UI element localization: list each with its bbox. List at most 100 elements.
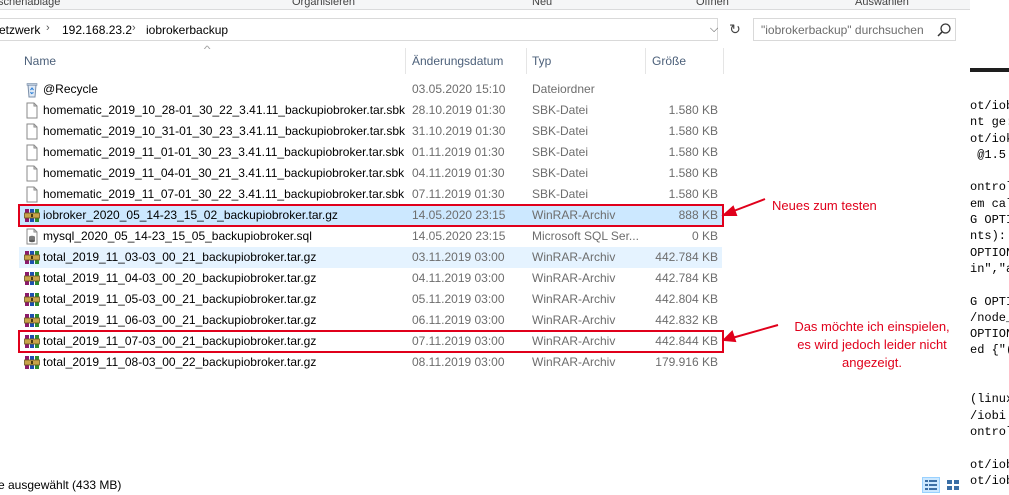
terminal-line: G OPTI xyxy=(970,294,1009,309)
terminal-line: ot/iob xyxy=(970,99,1009,113)
search-box[interactable] xyxy=(753,18,956,41)
status-bar: e ausgewählt (433 MB) xyxy=(0,475,970,495)
file-icon xyxy=(24,144,40,161)
ribbon-group-labels: schenablage Organisieren Neu Öffnen Ausw… xyxy=(0,0,970,10)
file-name: @Recycle xyxy=(43,82,98,96)
file-row[interactable]: homematic_2019_11_04-01_30_21_3.41.11_ba… xyxy=(19,163,722,184)
file-row[interactable]: homematic_2019_10_31-01_30_23_3.41.11_ba… xyxy=(19,121,722,142)
file-name: total_2019_11_05-03_00_21_backupiobroker… xyxy=(43,292,317,306)
file-icon xyxy=(24,165,40,182)
terminal-line: G OPTI xyxy=(970,213,1009,228)
file-size: 1.580 KB xyxy=(668,187,718,201)
file-type: SBK-Datei xyxy=(532,166,589,180)
file-type: SBK-Datei xyxy=(532,124,589,138)
terminal-line: ot/iob xyxy=(970,473,1009,488)
file-name: total_2019_11_08-03_00_22_backupiobroker… xyxy=(43,355,317,369)
file-date: 03.05.2020 15:10 xyxy=(412,82,506,96)
file-type: WinRAR-Archiv xyxy=(532,355,616,369)
file-date: 07.11.2019 01:30 xyxy=(412,187,505,201)
file-size: 0 KB xyxy=(691,229,718,243)
column-header-type[interactable]: Typ xyxy=(527,50,645,72)
breadcrumb-host[interactable]: 192.168.23.2 xyxy=(62,23,132,37)
column-header-date[interactable]: Änderungsdatum xyxy=(407,50,525,72)
file-date: 03.11.2019 03:00 xyxy=(412,250,505,264)
breadcrumb-network[interactable]: etzwerk xyxy=(0,23,40,37)
terminal-line: ot/iob xyxy=(970,457,1009,472)
file-type: WinRAR-Archiv xyxy=(532,292,616,306)
terminal-line: ontrol xyxy=(970,424,1009,439)
background-terminal-window[interactable]: ot/iob nt ge: ot/iok @1.5 ontrol em cal G OPT… xyxy=(970,68,1009,495)
annotation-restore-note: Das möchte ich einspielen, es wird jedoc… xyxy=(782,318,962,372)
column-header-size[interactable]: Größe xyxy=(647,50,723,72)
address-bar[interactable]: etzwerk › 192.168.23.2 › iobrokerbackup xyxy=(0,18,718,41)
ribbon-group-select: Auswählen xyxy=(855,0,909,8)
file-row[interactable]: homematic_2019_10_28-01_30_22_3.41.11_ba… xyxy=(19,100,722,121)
file-date: 08.11.2019 03:00 xyxy=(412,355,505,369)
address-row: etzwerk › 192.168.23.2 › iobrokerbackup … xyxy=(0,10,970,50)
file-size: 442.784 KB xyxy=(655,271,718,285)
file-name: homematic_2019_11_07-01_30_22_3.41.11_ba… xyxy=(43,187,405,201)
highlight-box-target-backup xyxy=(18,330,724,353)
column-header-name[interactable]: Name xyxy=(19,50,405,72)
file-name: total_2019_11_06-03_00_21_backupiobroker… xyxy=(43,313,317,327)
file-type: Dateiordner xyxy=(532,82,595,96)
file-row[interactable]: total_2019_11_04-03_00_20_backupiobroker… xyxy=(19,268,722,289)
terminal-line: nts): xyxy=(970,229,1007,244)
file-name: homematic_2019_11_01-01_30_23_3.41.11_ba… xyxy=(43,145,405,159)
winrar-archive-icon xyxy=(24,249,40,266)
ribbon-group-open: Öffnen xyxy=(696,0,729,8)
terminal-line: OPTION xyxy=(970,327,1009,342)
annotation-restore-line: Das möchte ich einspielen, xyxy=(794,319,950,334)
details-view-icon[interactable] xyxy=(922,477,940,493)
breadcrumb-separator-icon[interactable]: › xyxy=(132,22,136,34)
breadcrumb-current-folder[interactable]: iobrokerbackup xyxy=(146,23,228,37)
file-date: 05.11.2019 03:00 xyxy=(412,292,505,306)
highlight-box-new-backup xyxy=(18,204,724,227)
annotation-new-for-testing: Neues zum testen xyxy=(772,198,877,213)
terminal-output: ot/iob nt ge: ot/iok @1.5 ontrol em cal G OPT… xyxy=(970,98,1009,489)
terminal-line: em cal xyxy=(970,196,1009,211)
terminal-line: ontrol xyxy=(970,180,1009,195)
column-divider[interactable] xyxy=(405,48,406,74)
file-size: 442.784 KB xyxy=(655,250,718,264)
address-history-chevron-down-icon[interactable]: ⌵ xyxy=(706,20,722,39)
file-name: homematic_2019_11_04-01_30_21_3.41.11_ba… xyxy=(43,166,405,180)
file-row[interactable]: mysql_2020_05_14-23_15_05_backupiobroker… xyxy=(19,226,722,247)
search-input[interactable] xyxy=(754,19,934,40)
column-divider[interactable] xyxy=(723,48,724,74)
annotation-restore-line: es wird jedoch leider nicht xyxy=(797,337,947,352)
column-divider[interactable] xyxy=(645,48,646,74)
file-size: 179.916 KB xyxy=(655,355,718,369)
file-row[interactable]: @Recycle 03.05.2020 15:10 Dateiordner xyxy=(19,79,722,100)
refresh-icon[interactable]: ↻ xyxy=(725,20,745,39)
file-name: homematic_2019_10_31-01_30_23_3.41.11_ba… xyxy=(43,124,406,138)
file-date: 14.05.2020 23:15 xyxy=(412,229,506,243)
terminal-line: OPTION xyxy=(970,245,1009,260)
search-icon[interactable] xyxy=(935,21,953,39)
terminal-line: ot/iok xyxy=(970,131,1009,146)
terminal-line: in","a xyxy=(970,261,1009,276)
file-row[interactable]: homematic_2019_11_07-01_30_22_3.41.11_ba… xyxy=(19,184,722,205)
terminal-line: (linux xyxy=(970,392,1009,407)
breadcrumb-separator-icon[interactable]: › xyxy=(46,22,50,34)
file-type: SBK-Datei xyxy=(532,145,589,159)
file-row[interactable]: total_2019_11_08-03_00_22_backupiobroker… xyxy=(19,352,722,373)
status-selection-info: e ausgewählt (433 MB) xyxy=(0,478,122,492)
tiles-view-icon[interactable] xyxy=(944,477,962,493)
file-type: Microsoft SQL Ser... xyxy=(532,229,639,243)
file-date: 04.11.2019 03:00 xyxy=(412,271,505,285)
file-size: 1.580 KB xyxy=(668,103,718,117)
file-row[interactable]: total_2019_11_05-03_00_21_backupiobroker… xyxy=(19,289,722,310)
file-row[interactable]: total_2019_11_06-03_00_21_backupiobroker… xyxy=(19,310,722,331)
file-date: 31.10.2019 01:30 xyxy=(412,124,506,138)
file-row[interactable]: homematic_2019_11_01-01_30_23_3.41.11_ba… xyxy=(19,142,722,163)
file-date: 01.11.2019 01:30 xyxy=(412,145,505,159)
file-size: 442.832 KB xyxy=(655,313,718,327)
file-row[interactable]: total_2019_11_03-03_00_21_backupiobroker… xyxy=(19,247,722,268)
file-date: 04.11.2019 01:30 xyxy=(412,166,505,180)
